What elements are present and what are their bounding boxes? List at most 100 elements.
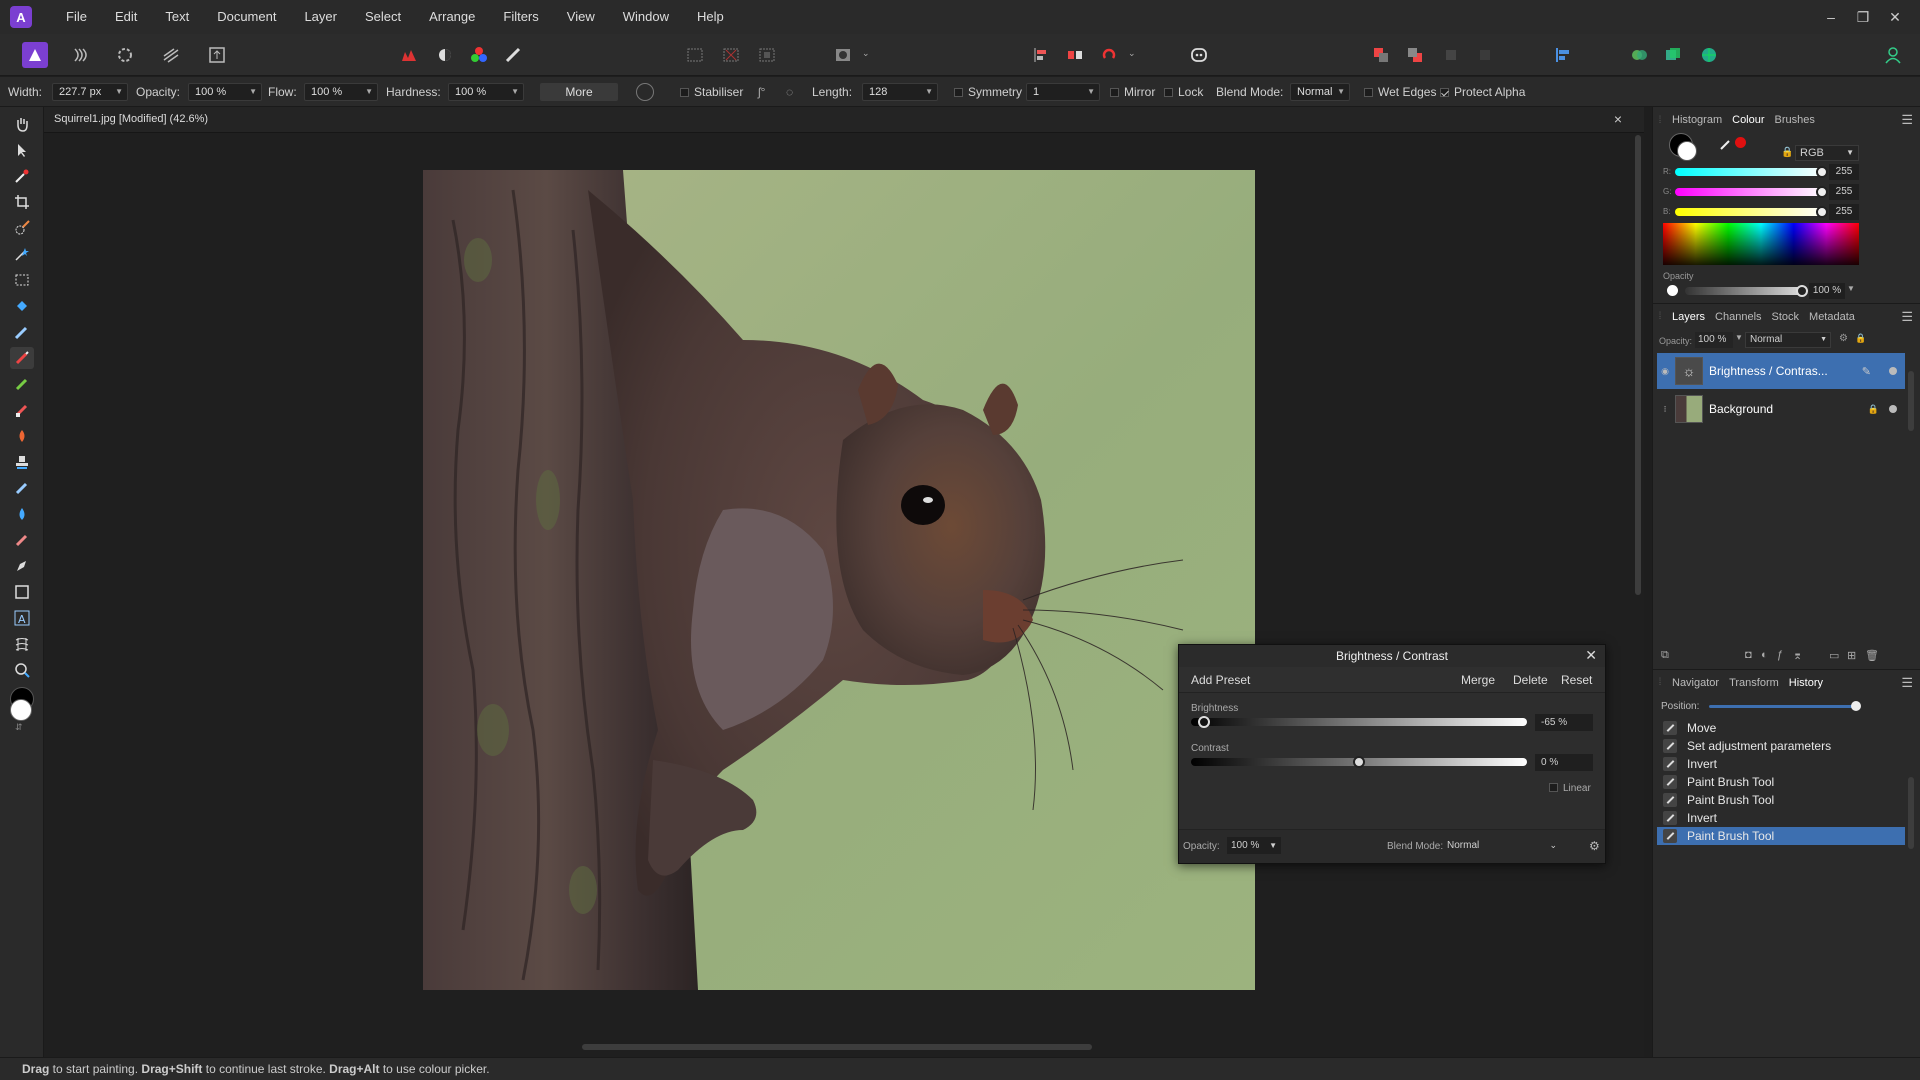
brightness-value[interactable]: -65 % xyxy=(1535,714,1593,731)
squirrel-photo[interactable] xyxy=(423,170,1255,990)
symmetry-dropdown-icon[interactable]: ▼ xyxy=(1087,84,1095,100)
history-scrollbar[interactable] xyxy=(1908,719,1914,859)
document-tab[interactable]: Squirrel1.jpg [Modified] (42.6%) × xyxy=(44,107,1644,133)
snapping-options-icon[interactable] xyxy=(1660,42,1686,68)
hardness-field[interactable]: 100 % ▼ xyxy=(448,83,524,101)
layer-lock-icon[interactable]: 🔒 xyxy=(1855,333,1866,344)
colour-model-select[interactable]: RGB ▼ xyxy=(1795,145,1859,161)
tab-brushes[interactable]: Brushes xyxy=(1770,114,1820,126)
history-item[interactable]: Paint Brush Tool xyxy=(1657,791,1905,809)
account-icon[interactable] xyxy=(1880,42,1906,68)
text-tool-icon[interactable]: A xyxy=(10,607,34,629)
dialog-blend-select[interactable]: Normal ⌄ xyxy=(1443,837,1563,854)
adjustment-layer-icon[interactable]: ◐ xyxy=(1761,649,1768,661)
assistant-icon[interactable] xyxy=(1186,42,1212,68)
brightness-slider-knob[interactable] xyxy=(1198,716,1211,728)
length-field[interactable]: 128 ▼ xyxy=(862,83,938,101)
b-value[interactable]: 255 xyxy=(1829,204,1859,220)
layer-visibility-icon[interactable]: ⁝ xyxy=(1657,404,1673,415)
rotate-dropdown-icon[interactable]: ⌄ xyxy=(1128,48,1136,59)
vertical-scrollbar[interactable] xyxy=(1632,133,1644,1037)
mirror-checkbox[interactable] xyxy=(1110,88,1119,97)
menu-select[interactable]: Select xyxy=(351,0,415,34)
history-panel-menu-icon[interactable]: ☰ xyxy=(1901,675,1913,691)
horizontal-scroll-thumb[interactable] xyxy=(582,1044,1092,1050)
history-item[interactable]: Paint Brush Tool xyxy=(1657,773,1905,791)
symmetry-option[interactable]: Symmetry xyxy=(954,77,1022,107)
deselect-icon[interactable] xyxy=(718,42,744,68)
close-window-button[interactable]: ✕ xyxy=(1880,0,1910,34)
rectangle-tool-icon[interactable] xyxy=(10,581,34,603)
zoom-tool-icon[interactable] xyxy=(10,659,34,681)
arrange-back-icon[interactable] xyxy=(1402,42,1428,68)
tab-histogram[interactable]: Histogram xyxy=(1667,114,1727,126)
dialog-close-icon[interactable]: ✕ xyxy=(1585,647,1597,664)
snapping-icon[interactable] xyxy=(1626,42,1652,68)
lock-icon[interactable]: 🔒 xyxy=(1868,404,1879,415)
erase-brush-tool-icon[interactable] xyxy=(10,399,34,421)
tab-layers[interactable]: Layers xyxy=(1667,311,1710,323)
reset-button[interactable]: Reset xyxy=(1561,673,1592,687)
panel-menu-icon[interactable]: ☰ xyxy=(1901,112,1913,128)
close-document-button[interactable]: × xyxy=(1614,111,1622,127)
lock-colour-icon[interactable]: 🔒 xyxy=(1781,147,1793,158)
lock-option[interactable]: Lock xyxy=(1164,77,1203,107)
paint-mixer-tool-icon[interactable] xyxy=(10,321,34,343)
b-slider[interactable] xyxy=(1675,208,1823,216)
tab-transform[interactable]: Transform xyxy=(1724,677,1784,689)
colour-opacity-slider[interactable] xyxy=(1685,287,1803,295)
live-filter-icon[interactable]: ƒ xyxy=(1777,649,1783,661)
arrange-front-icon[interactable] xyxy=(1438,42,1464,68)
blend-mode-dropdown-icon[interactable]: ▼ xyxy=(1337,84,1345,100)
layer-settings-icon[interactable]: ⚙ xyxy=(1839,333,1848,344)
history-item[interactable]: Invert xyxy=(1657,755,1905,773)
edit-adjustment-icon[interactable]: ✎ xyxy=(1862,365,1871,378)
g-slider-knob[interactable] xyxy=(1816,186,1828,198)
maximize-button[interactable]: ❐ xyxy=(1848,0,1878,34)
contrast-value[interactable]: 0 % xyxy=(1535,754,1593,771)
flow-dropdown-icon[interactable]: ▼ xyxy=(365,84,373,100)
layers-panel-menu-icon[interactable]: ☰ xyxy=(1901,309,1913,325)
menu-text[interactable]: Text xyxy=(151,0,203,34)
tone-mapping-persona-icon[interactable] xyxy=(158,42,184,68)
minimize-button[interactable]: – xyxy=(1816,0,1846,34)
colour-spectrum[interactable] xyxy=(1663,223,1859,265)
brush-edit-icon[interactable] xyxy=(636,83,654,101)
menu-window[interactable]: Window xyxy=(609,0,683,34)
r-value[interactable]: 255 xyxy=(1829,164,1859,180)
protect-alpha-checkbox[interactable] xyxy=(1440,88,1449,97)
pen-tool-icon[interactable] xyxy=(10,555,34,577)
protect-alpha-option[interactable]: Protect Alpha xyxy=(1440,77,1525,107)
menu-file[interactable]: File xyxy=(52,0,101,34)
selection-brush-tool-icon[interactable] xyxy=(10,217,34,239)
history-item[interactable]: Set adjustment parameters xyxy=(1657,737,1905,755)
lock-checkbox[interactable] xyxy=(1164,88,1173,97)
width-field[interactable]: 227.7 px ▼ xyxy=(52,83,128,101)
stabiliser-checkbox[interactable] xyxy=(680,88,689,97)
picked-colour-swatch[interactable] xyxy=(1735,137,1746,148)
colour-replacement-tool-icon[interactable] xyxy=(10,373,34,395)
colour-opacity-dropdown-icon[interactable]: ▼ xyxy=(1847,284,1855,293)
symmetry-checkbox[interactable] xyxy=(954,88,963,97)
quick-mask-icon[interactable] xyxy=(830,42,856,68)
brightness-slider[interactable] xyxy=(1191,718,1527,726)
layer-blend-select[interactable]: Normal ▼ xyxy=(1745,332,1831,348)
fx-icon[interactable]: ⌆ xyxy=(1793,649,1802,662)
stabiliser-option[interactable]: Stabiliser xyxy=(680,77,743,107)
develop-persona-icon[interactable] xyxy=(112,42,138,68)
tab-metadata[interactable]: Metadata xyxy=(1804,311,1860,323)
dialog-title[interactable]: Brightness / Contrast xyxy=(1179,645,1605,667)
flood-select-tool-icon[interactable] xyxy=(10,243,34,265)
width-dropdown-icon[interactable]: ▼ xyxy=(115,84,123,100)
arrange-forward-icon[interactable] xyxy=(1368,42,1394,68)
dodge-burn-tool-icon[interactable] xyxy=(10,425,34,447)
stroke-colour-swatch[interactable] xyxy=(1677,141,1697,161)
auto-colour-icon[interactable] xyxy=(466,42,492,68)
quick-mask-dropdown-icon[interactable]: ⌄ xyxy=(862,48,870,59)
colour-opacity-knob[interactable] xyxy=(1796,285,1808,297)
layer-row[interactable]: ⁝ Background 🔒 xyxy=(1657,391,1905,427)
layer-opacity-dropdown-icon[interactable]: ▼ xyxy=(1735,333,1743,342)
history-item[interactable]: Move xyxy=(1657,719,1905,737)
paint-brush-tool-icon[interactable] xyxy=(10,347,34,369)
history-item[interactable]: Invert xyxy=(1657,809,1905,827)
